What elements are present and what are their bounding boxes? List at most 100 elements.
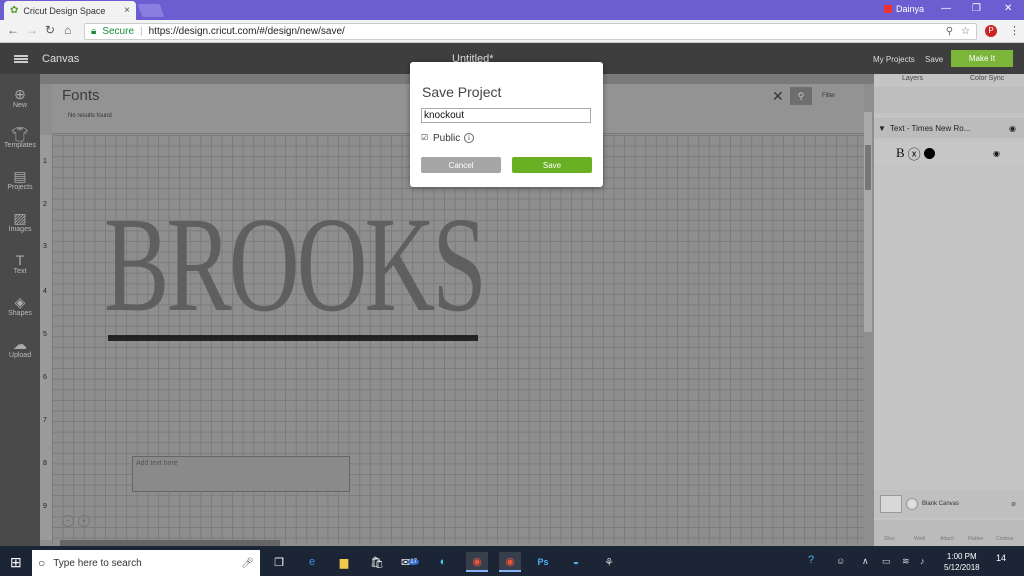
hide-eye-icon[interactable]: ⊘	[1011, 501, 1016, 508]
weld-button[interactable]: Weld	[914, 536, 925, 542]
tab-layers[interactable]: Layers	[902, 75, 923, 82]
help-icon[interactable]: ?	[808, 554, 814, 566]
zoom-controls[interactable]: − +	[62, 515, 90, 527]
color-swatch[interactable]	[923, 147, 935, 159]
sidebar-item-projects[interactable]: ▤ Projects	[0, 168, 40, 191]
flatten-button[interactable]: Flatten	[968, 536, 983, 542]
eye-icon[interactable]: ◉	[993, 149, 1000, 158]
sublayer-row[interactable]: B ⓧ ◉	[874, 141, 1024, 165]
layer-row[interactable]: ▼ Text - Times New Ro... ◉	[874, 118, 1024, 138]
contour-button[interactable]: Contour	[996, 536, 1014, 542]
chrome-icon[interactable]: ◉	[466, 552, 488, 572]
fonts-filter-button[interactable]: Filter	[822, 93, 835, 99]
header-save-link[interactable]: Save	[925, 55, 943, 64]
add-text-box[interactable]: Add text here	[132, 456, 350, 492]
url-bar[interactable]: 🔒︎ Secure | https://design.cricut.com/#/…	[84, 23, 977, 40]
tray-arrow-icon[interactable]: ∧	[862, 556, 869, 567]
scissors-icon: ⓧ	[907, 146, 921, 162]
home-icon[interactable]: ⌂	[64, 23, 71, 37]
slice-button[interactable]: Slice	[884, 536, 895, 542]
bottom-action-bar: Slice Weld Attach Flatten Contour	[874, 520, 1024, 546]
store-icon[interactable]: 🛍︎	[366, 552, 388, 572]
bookmark-star-icon[interactable]: ☆	[961, 26, 970, 37]
wifi-icon[interactable]: ≋	[902, 556, 910, 567]
blank-canvas-row[interactable]: Blank Canvas ⊘	[874, 490, 1024, 518]
save-button[interactable]: Save	[512, 157, 592, 173]
browser-tab[interactable]: ✿ Cricut Design Space ×	[4, 1, 136, 20]
url-separator: |	[140, 26, 143, 37]
ruler-number: 7	[43, 417, 47, 424]
minimize-button[interactable]: —	[941, 3, 951, 14]
info-icon[interactable]: i	[464, 133, 474, 143]
cricut-favicon-icon: ✿	[10, 5, 19, 16]
dialog-title: Save Project	[422, 84, 502, 100]
public-label: Public	[433, 133, 461, 144]
action-center-icon[interactable]: 14	[996, 553, 1012, 569]
tab-color-sync[interactable]: Color Sync	[970, 75, 1004, 82]
mail-icon[interactable]: ✉ 17	[399, 552, 421, 572]
sidebar-item-new[interactable]: ⊕ New	[0, 86, 40, 109]
ruler-number: 4	[43, 288, 47, 295]
cortana-app-icon[interactable]: ◐	[432, 552, 454, 572]
sidebar-item-templates[interactable]: 👕︎ Templates	[0, 126, 40, 149]
my-projects-link[interactable]: My Projects	[873, 55, 915, 64]
zoom-in-icon[interactable]: +	[78, 515, 90, 527]
browser-user[interactable]: Dainya	[884, 4, 924, 14]
tab-close-icon[interactable]: ×	[124, 5, 130, 16]
fonts-no-results: No results found	[68, 113, 112, 119]
chrome-second-icon[interactable]: ◉	[499, 552, 521, 572]
close-window-button[interactable]: ✕	[1004, 3, 1012, 14]
zoom-icon[interactable]: ⚲	[946, 26, 953, 37]
public-checkbox[interactable]: ☑	[421, 133, 431, 143]
volume-icon[interactable]: ♪	[920, 556, 925, 566]
sidebar-item-upload[interactable]: ☁ Upload	[0, 336, 40, 359]
windows-start-icon[interactable]: ⊞	[10, 554, 22, 571]
sidebar-item-shapes[interactable]: ◈ Shapes	[0, 294, 40, 317]
vertical-scrollbar-thumb[interactable]	[865, 145, 871, 190]
forward-arrow-icon[interactable]: →	[26, 23, 38, 37]
photoshop-icon[interactable]: Ps	[532, 552, 554, 572]
canvas-color-circle[interactable]	[906, 498, 918, 510]
cricut-app-icon[interactable]: ⚘	[598, 552, 620, 572]
fonts-search-icon[interactable]: ⚲	[790, 87, 812, 105]
plus-circle-icon: ⊕	[14, 86, 26, 102]
attach-button[interactable]: Attach	[940, 536, 954, 542]
people-icon[interactable]: ☺	[836, 556, 845, 566]
make-it-button[interactable]: Make It	[951, 50, 1013, 67]
ruler-number: 3	[43, 243, 47, 250]
back-arrow-icon[interactable]: ←	[7, 23, 19, 37]
reload-icon[interactable]: ↻	[45, 23, 55, 37]
ruler-number: 2	[43, 201, 47, 208]
ruler-number: 9	[43, 503, 47, 510]
file-explorer-icon[interactable]: ▆	[333, 552, 355, 572]
cancel-button[interactable]: Cancel	[421, 157, 501, 173]
browser-app-icon[interactable]: ◒	[565, 552, 587, 572]
network-icon[interactable]: ▭	[882, 556, 891, 567]
chrome-menu-icon[interactable]: ⋮	[1009, 24, 1020, 37]
project-name-input[interactable]	[421, 108, 591, 123]
zoom-out-icon[interactable]: −	[62, 515, 74, 527]
edge-browser-icon[interactable]: e	[301, 552, 323, 572]
taskbar-search[interactable]: ○ Type here to search 🎤︎	[32, 550, 260, 576]
blank-canvas-label: Blank Canvas	[922, 501, 960, 507]
text-shadow-line	[108, 335, 478, 341]
layer-name: Text - Times New Ro...	[889, 123, 971, 133]
maximize-button[interactable]: ❐	[972, 3, 981, 14]
canvas-swatch	[880, 495, 902, 513]
collapse-arrow-icon[interactable]: ▼	[878, 124, 886, 133]
new-tab-button[interactable]	[137, 4, 165, 17]
fonts-close-icon[interactable]: ✕	[772, 88, 784, 105]
text-icon: T	[15, 252, 25, 268]
task-view-icon[interactable]: ❐	[268, 552, 290, 572]
sidebar-item-images[interactable]: ▨ Images	[0, 210, 40, 233]
ruler-number: 8	[43, 460, 47, 467]
taskbar-clock[interactable]: 1:00 PM 5/12/2018	[944, 551, 980, 573]
microphone-icon[interactable]: 🎤︎	[241, 558, 254, 569]
sidebar-item-text[interactable]: T Text	[0, 252, 40, 275]
pinterest-extension-icon[interactable]: P	[985, 25, 997, 37]
hamburger-menu-icon[interactable]	[14, 55, 28, 63]
canvas-text-design[interactable]: BROOKS	[104, 190, 487, 340]
secure-label: Secure	[102, 26, 135, 37]
ruler-number: 1	[43, 158, 47, 165]
eye-icon[interactable]: ◉	[1009, 124, 1016, 133]
